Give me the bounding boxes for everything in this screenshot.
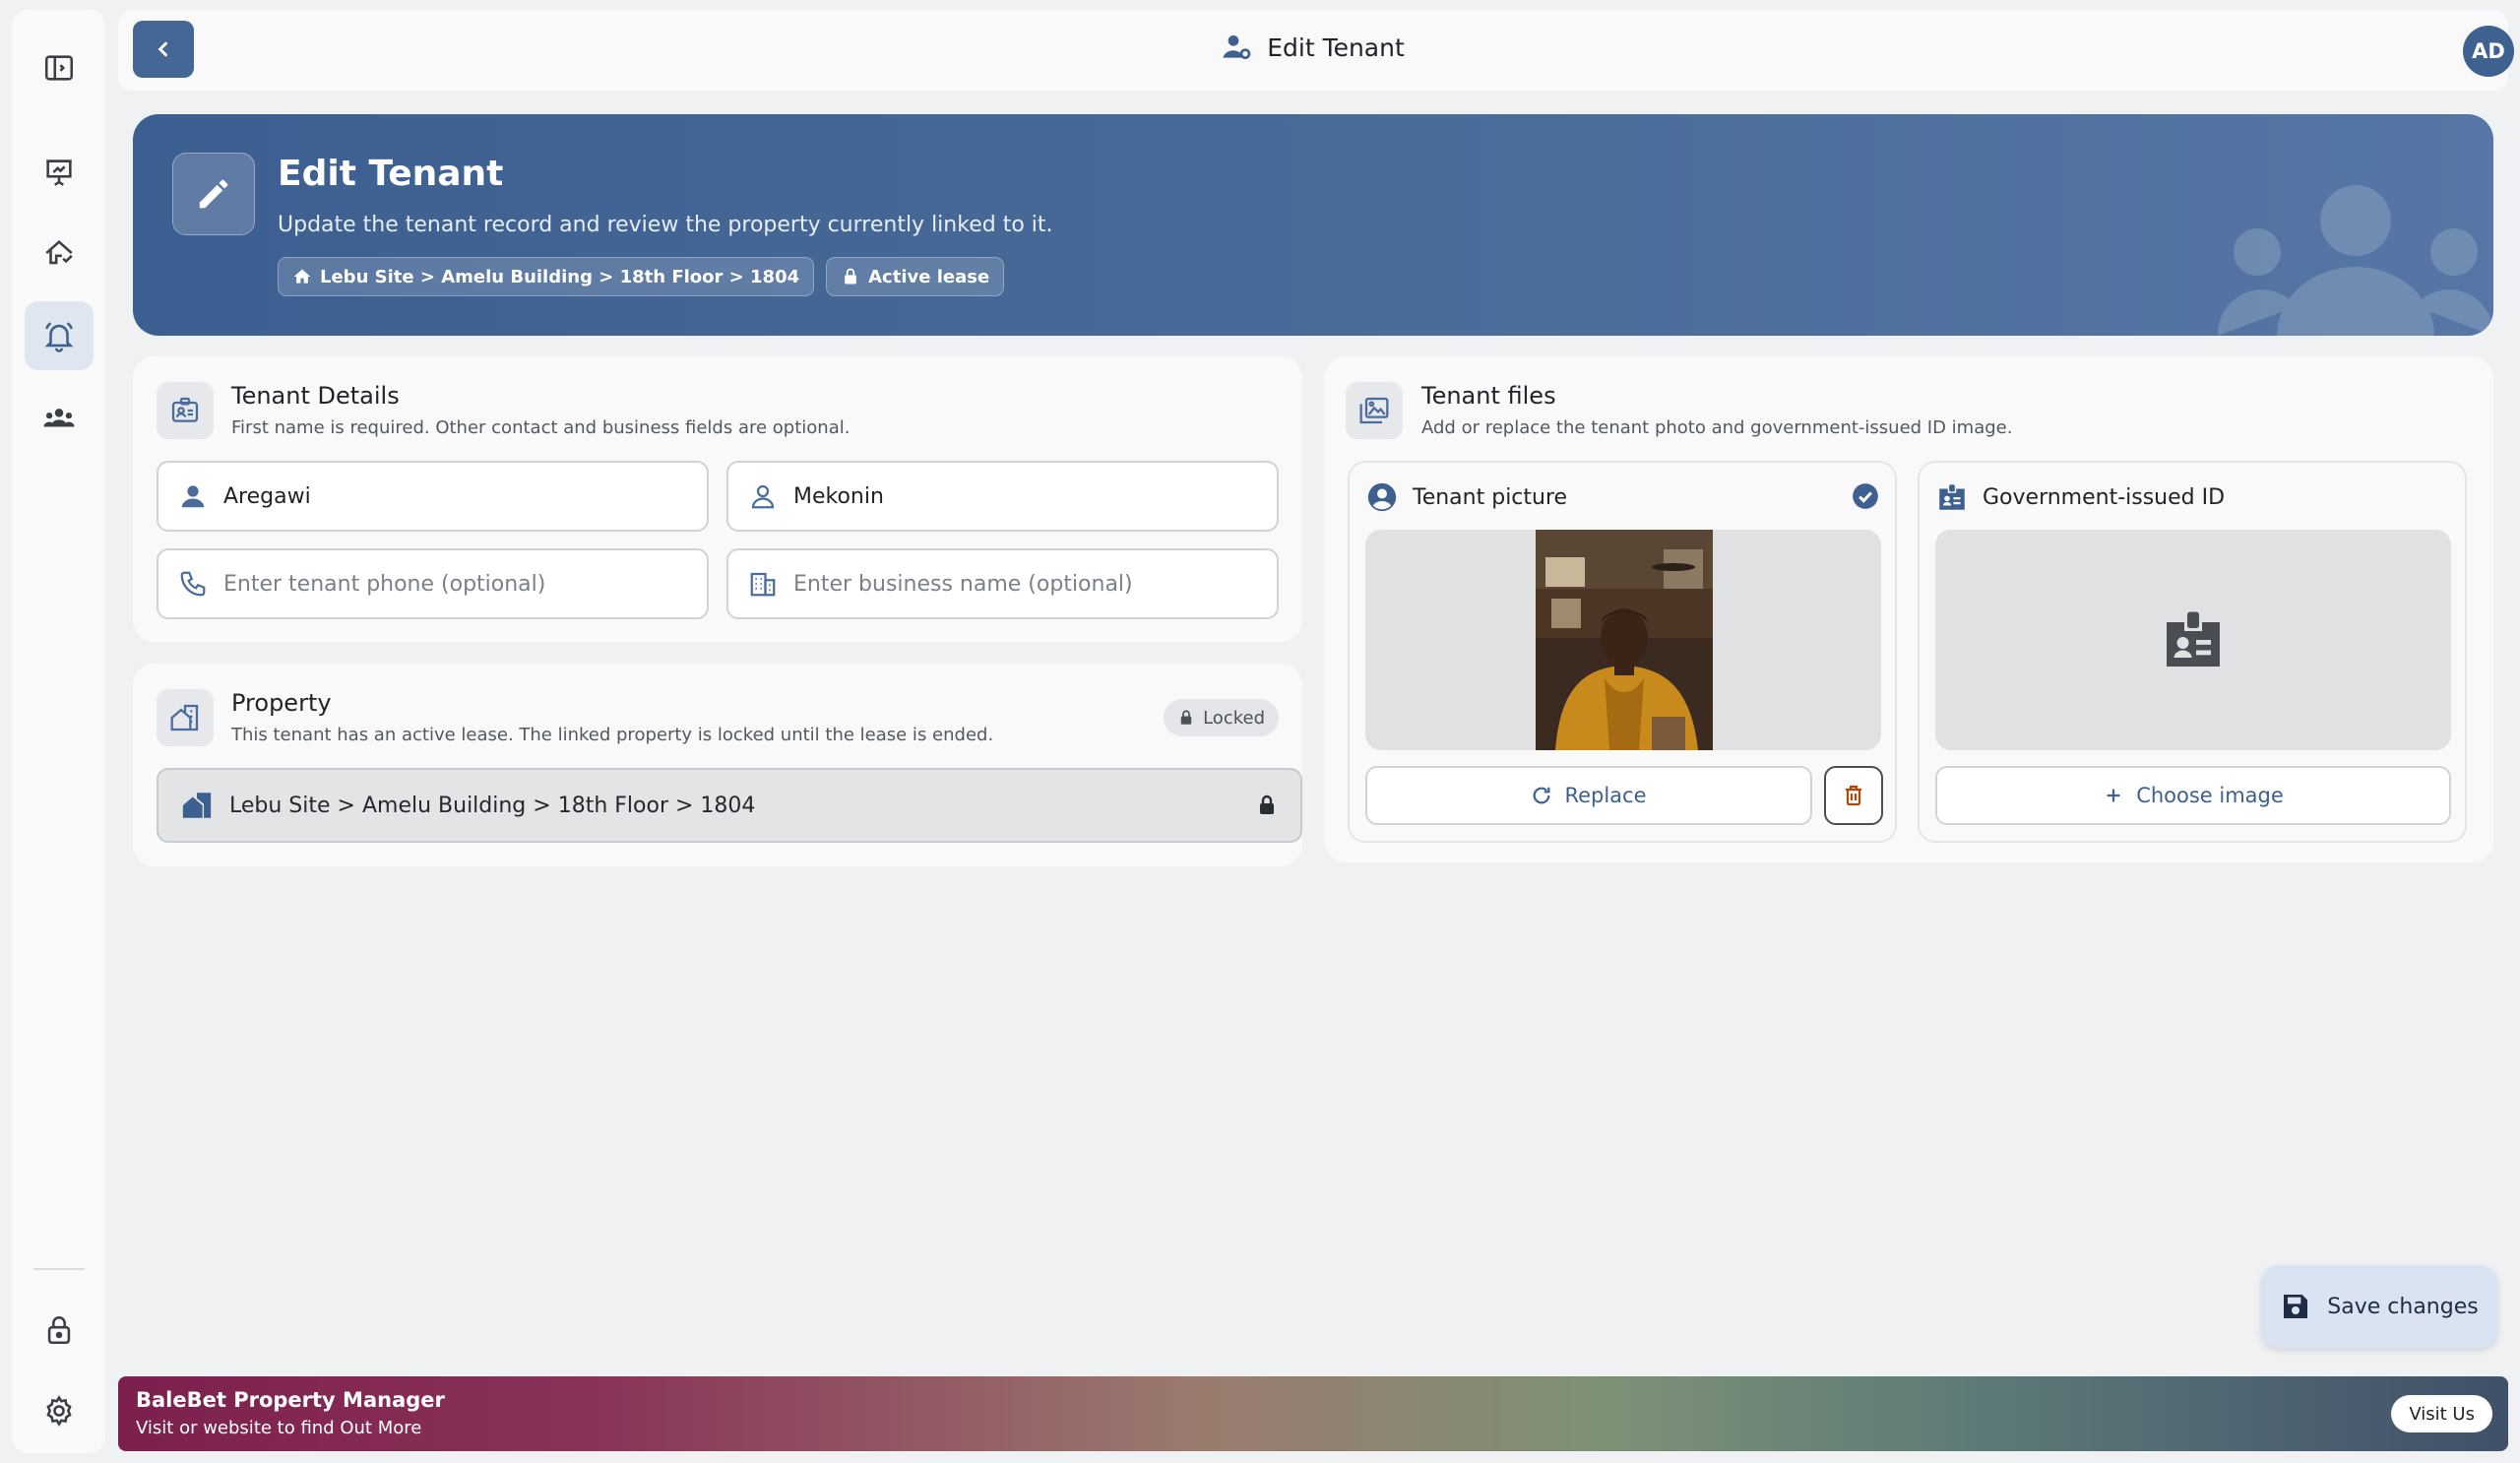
tenant-picture-panel: Tenant picture Replace bbox=[1348, 461, 1897, 843]
house-icon bbox=[293, 269, 311, 284]
delete-picture-button[interactable] bbox=[1824, 766, 1883, 825]
hero-banner: Edit Tenant Update the tenant record and… bbox=[133, 114, 2493, 336]
replace-button-label: Replace bbox=[1564, 784, 1647, 807]
government-id-panel: Government-issued ID Choose image bbox=[1918, 461, 2467, 843]
tenant-picture-title: Tenant picture bbox=[1413, 484, 1568, 510]
lock-icon bbox=[845, 268, 856, 285]
lock-icon bbox=[47, 1316, 71, 1345]
government-id-preview[interactable] bbox=[1935, 530, 2451, 750]
phone-input[interactable] bbox=[223, 571, 707, 597]
location-chip: Lebu Site > Amelu Building > 18th Floor … bbox=[278, 257, 815, 296]
floppy-disk-icon bbox=[2284, 1295, 2308, 1318]
sidebar bbox=[12, 10, 105, 1453]
footer-title: BaleBet Property Manager bbox=[136, 1388, 445, 1412]
locked-badge-label: Locked bbox=[1203, 707, 1265, 729]
tenant-photo-illustration bbox=[1536, 530, 1713, 750]
sidebar-item-tenants[interactable] bbox=[25, 301, 94, 370]
card-subtitle: This tenant has an active lease. The lin… bbox=[231, 725, 994, 745]
sidebar-item-lock[interactable] bbox=[25, 1296, 94, 1365]
gear-icon bbox=[46, 1395, 72, 1427]
save-changes-label: Save changes bbox=[2327, 1294, 2479, 1319]
card-subtitle: Add or replace the tenant photo and gove… bbox=[1421, 417, 2013, 438]
page-title-text: Edit Tenant bbox=[1267, 32, 1405, 62]
home-building-icon bbox=[170, 704, 199, 732]
save-changes-button[interactable]: Save changes bbox=[2261, 1265, 2497, 1348]
phone-icon bbox=[180, 571, 206, 597]
home-building-icon bbox=[182, 793, 212, 818]
top-bar: Edit Tenant AD bbox=[118, 10, 2514, 91]
sidebar-divider bbox=[33, 1268, 85, 1270]
card-icon-box bbox=[1346, 382, 1403, 439]
account-circle-icon bbox=[1367, 482, 1397, 512]
person-outline-icon bbox=[751, 484, 775, 509]
replace-button[interactable]: Replace bbox=[1365, 766, 1812, 825]
sidebar-toggle-button[interactable] bbox=[25, 33, 94, 102]
property-card: Property This tenant has an active lease… bbox=[133, 664, 1302, 866]
last-name-input[interactable] bbox=[793, 483, 1277, 509]
status-chip-label: Active lease bbox=[868, 266, 990, 287]
last-name-field[interactable] bbox=[726, 461, 1279, 532]
tenant-picture-preview[interactable] bbox=[1365, 530, 1881, 750]
business-field[interactable] bbox=[726, 548, 1279, 619]
pencil-icon bbox=[199, 179, 228, 209]
contact-card-icon bbox=[171, 397, 199, 422]
first-name-input[interactable] bbox=[223, 483, 707, 509]
choose-image-label: Choose image bbox=[2136, 784, 2284, 807]
lock-icon bbox=[1180, 710, 1192, 725]
panel-toggle-icon bbox=[44, 55, 74, 81]
lock-icon bbox=[1260, 795, 1274, 814]
location-chip-label: Lebu Site > Amelu Building > 18th Floor … bbox=[320, 266, 800, 287]
plus-icon bbox=[2107, 789, 2120, 802]
sidebar-item-dashboard[interactable] bbox=[25, 138, 94, 207]
government-id-title: Government-issued ID bbox=[1983, 484, 2226, 510]
people-decoration-icon bbox=[2218, 185, 2493, 336]
card-icon-box bbox=[157, 382, 214, 439]
id-badge-placeholder-icon bbox=[2167, 611, 2220, 667]
tenant-files-card: Tenant files Add or replace the tenant p… bbox=[1324, 356, 2493, 862]
group-icon bbox=[43, 409, 75, 427]
hero-icon-box bbox=[172, 153, 255, 235]
choose-image-button[interactable]: Choose image bbox=[1935, 766, 2451, 825]
status-chip: Active lease bbox=[826, 257, 1005, 296]
photos-icon bbox=[1359, 397, 1389, 424]
card-subtitle: First name is required. Other contact an… bbox=[231, 417, 850, 438]
government-id-header: Government-issued ID bbox=[1935, 480, 2225, 514]
id-badge-icon bbox=[1939, 484, 1965, 510]
hero-subtitle: Update the tenant record and review the … bbox=[278, 213, 1053, 237]
bell-ring-icon bbox=[44, 322, 74, 352]
hero-title: Edit Tenant bbox=[278, 154, 504, 194]
phone-field[interactable] bbox=[157, 548, 709, 619]
building-icon bbox=[750, 572, 776, 597]
locked-badge: Locked bbox=[1164, 699, 1279, 736]
tenant-picture-header: Tenant picture bbox=[1365, 480, 1567, 514]
avatar[interactable]: AD bbox=[2463, 26, 2514, 77]
business-input[interactable] bbox=[793, 571, 1277, 597]
sidebar-item-properties[interactable] bbox=[25, 219, 94, 287]
card-title: Tenant files bbox=[1421, 382, 1556, 410]
presentation-icon bbox=[46, 159, 72, 186]
card-title: Property bbox=[231, 689, 332, 717]
sidebar-item-users[interactable] bbox=[25, 384, 94, 453]
person-icon bbox=[181, 485, 205, 508]
hero-chips: Lebu Site > Amelu Building > 18th Floor … bbox=[278, 257, 1005, 296]
user-gear-icon bbox=[1223, 35, 1251, 59]
page-title: Edit Tenant bbox=[118, 32, 2508, 63]
visit-us-button[interactable]: Visit Us bbox=[2391, 1395, 2492, 1432]
card-title: Tenant Details bbox=[231, 382, 400, 410]
footer-subtitle: Visit or website to find Out More bbox=[136, 1418, 422, 1438]
sidebar-item-settings[interactable] bbox=[25, 1376, 94, 1445]
house-icon bbox=[45, 239, 73, 265]
trash-icon bbox=[1846, 785, 1861, 806]
first-name-field[interactable] bbox=[157, 461, 709, 532]
refresh-icon bbox=[1534, 787, 1550, 804]
property-value: Lebu Site > Amelu Building > 18th Floor … bbox=[229, 793, 756, 818]
promo-footer: BaleBet Property Manager Visit or websit… bbox=[118, 1376, 2508, 1451]
card-icon-box bbox=[157, 689, 214, 746]
tenant-details-card: Tenant Details First name is required. O… bbox=[133, 356, 1302, 642]
property-select: Lebu Site > Amelu Building > 18th Floor … bbox=[157, 768, 1302, 843]
check-circle-icon bbox=[1853, 483, 1878, 509]
tenant-photo bbox=[1536, 530, 1713, 750]
